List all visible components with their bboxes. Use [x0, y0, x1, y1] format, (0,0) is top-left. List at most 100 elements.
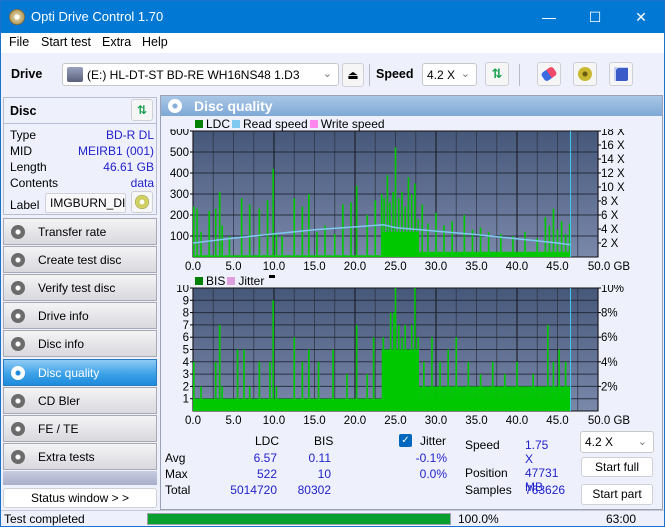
jitter-label: Jitter — [420, 434, 447, 448]
extra-tests-icon — [11, 449, 25, 464]
refresh-button[interactable]: ⇅ — [485, 62, 509, 86]
bar — [389, 312, 392, 411]
eject-button[interactable]: ⏏ — [342, 63, 364, 87]
nav-cd-bler[interactable]: CD Bler — [3, 387, 157, 414]
bar — [479, 227, 482, 257]
maximize-button[interactable]: ☐ — [572, 1, 618, 33]
nav-disc-info[interactable]: Disc info — [3, 330, 157, 357]
bar — [558, 349, 560, 411]
status-window-button[interactable]: Status window > > — [3, 488, 157, 508]
bar — [532, 374, 534, 411]
x-tick-label: 20.0 — [344, 261, 366, 273]
bar — [293, 337, 296, 411]
y2-tick-label: 4 X — [601, 224, 619, 236]
y-tick-label: 500 — [170, 147, 189, 159]
bar — [401, 337, 403, 411]
bar — [451, 221, 453, 257]
bar — [546, 324, 549, 411]
erase-button[interactable] — [537, 62, 561, 86]
nav-label: Disc quality — [38, 365, 100, 380]
y-tick-label: 8 — [183, 308, 189, 320]
bar — [467, 361, 470, 411]
bar — [386, 175, 389, 257]
speed-select-value: 4.2 X — [427, 68, 456, 82]
speed-select[interactable]: 4.2 X ⌄ — [422, 63, 477, 86]
app-disc-icon — [9, 9, 25, 25]
bar — [272, 168, 274, 257]
menu-file[interactable]: File — [9, 35, 29, 49]
stats-total-ldc: 5014720 — [230, 483, 277, 497]
disc-refresh-button[interactable]: ⇅ — [131, 99, 153, 121]
disc-label-button[interactable] — [131, 191, 153, 213]
nav-verify-test-disc[interactable]: Verify test disc — [3, 274, 157, 301]
speed-label: Speed — [376, 67, 414, 81]
bar — [317, 361, 320, 411]
bar — [383, 198, 385, 257]
nav-extra-tests[interactable]: Extra tests — [3, 443, 157, 470]
x-tick-label: 5.0 — [226, 261, 242, 273]
nav-transfer-rate[interactable]: Transfer rate — [3, 218, 157, 245]
nav-disc-quality[interactable]: Disc quality — [3, 359, 157, 386]
bar — [301, 206, 304, 257]
disc-quality-panel: Disc quality LDC Read speed Write speed … — [160, 95, 663, 510]
start-full-button[interactable]: Start full — [581, 457, 653, 477]
start-part-button[interactable]: Start part — [581, 484, 653, 505]
jitter-checkbox[interactable]: ✓ — [399, 434, 412, 447]
bar — [308, 194, 310, 257]
legend-marker — [269, 274, 276, 278]
menu-start-test[interactable]: Start test — [41, 35, 91, 49]
y-tick-label: 400 — [170, 168, 189, 180]
stats-max-ldc: 522 — [256, 467, 277, 481]
bar — [404, 206, 407, 257]
stats-col-bis: BIS — [314, 434, 334, 448]
chevron-down-icon: ⌄ — [637, 436, 647, 448]
y-tick-label: 100 — [170, 231, 189, 243]
copy-button[interactable] — [573, 62, 597, 86]
y-tick-label: 9 — [183, 295, 189, 307]
drive-select[interactable]: (E:) HL-DT-ST BD-RE WH16NS48 1.D3 ⌄ — [62, 63, 339, 86]
stats-avg-label: Avg — [165, 451, 186, 465]
x-tick-label: 30.0 — [425, 415, 447, 425]
bar — [552, 208, 555, 257]
disc-row-type: Type BD-R DL — [10, 128, 154, 144]
bar — [243, 349, 245, 411]
x-tick-label: 25.0 — [384, 415, 406, 425]
bar — [266, 200, 269, 257]
stats-total-bis: 80302 — [297, 483, 331, 497]
x-tick-label: 15.0 — [303, 261, 325, 273]
bar — [269, 361, 271, 411]
stats-total-label: Total — [165, 483, 191, 497]
close-button[interactable]: ✕ — [618, 1, 664, 33]
bar — [516, 361, 518, 411]
cd-icon — [135, 195, 149, 209]
disc-label-field[interactable]: IMGBURN_DIS — [45, 193, 126, 213]
menu-extra[interactable]: Extra — [102, 35, 131, 49]
disc-value: 46.61 GB — [103, 160, 154, 174]
nav-create-test-disc[interactable]: Create test disc — [3, 246, 157, 273]
disc-info-box: Disc ⇅ Type BD-R DL MID MEIRB1 (001) Len… — [3, 97, 157, 215]
bar — [417, 219, 419, 257]
legend-swatch-read-speed — [232, 120, 241, 128]
drive-label: Drive — [11, 67, 43, 81]
nav-drive-info[interactable]: Drive info — [3, 302, 157, 329]
save-button[interactable] — [609, 62, 633, 86]
minimize-button[interactable]: — — [526, 1, 572, 33]
bar — [240, 198, 243, 257]
bar — [560, 221, 563, 257]
bar — [431, 337, 433, 411]
copy-icon — [578, 67, 592, 81]
test-speed-select[interactable]: 4.2 X ⌄ — [580, 431, 654, 453]
dense-region — [418, 251, 571, 257]
bar — [208, 210, 210, 257]
bar — [392, 191, 394, 257]
y-tick-label: 4 — [183, 357, 190, 369]
bar — [316, 231, 318, 257]
nav-fe-te[interactable]: FE / TE — [3, 415, 157, 442]
bar — [218, 324, 221, 411]
y-tick-label: 10 — [176, 285, 189, 295]
bar — [221, 225, 223, 257]
y2-tick-label: 10 X — [601, 182, 625, 194]
disc-label-key: Label — [10, 198, 40, 212]
menu-help[interactable]: Help — [142, 35, 168, 49]
chevron-down-icon: ⌄ — [322, 68, 332, 80]
